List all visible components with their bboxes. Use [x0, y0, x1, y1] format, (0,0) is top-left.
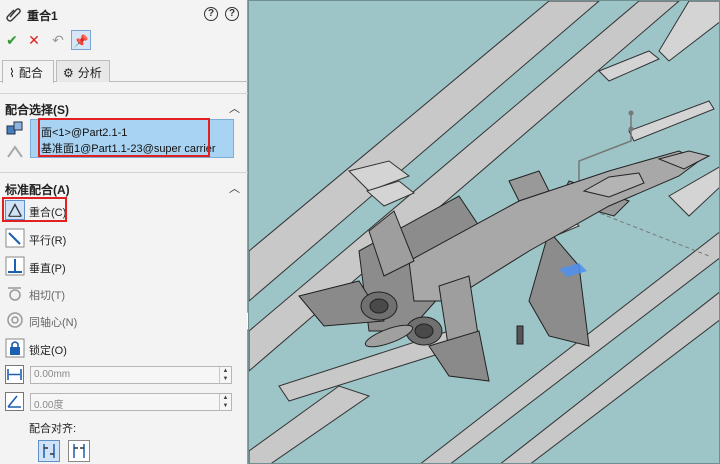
mate-tangent[interactable]: 相切(T) — [0, 282, 248, 306]
tab-analysis[interactable]: ⚙ 分析 — [56, 60, 110, 82]
section-header-mate-selections[interactable]: 配合选择(S) ︿ — [0, 99, 248, 117]
anti-aligned-button[interactable] — [68, 440, 90, 462]
divider — [0, 93, 248, 94]
leader-point — [628, 110, 634, 116]
help-icon-2[interactable]: ? — [225, 7, 239, 21]
angle-input[interactable]: 0.00度 ▲ ▼ — [30, 393, 232, 411]
paperclip-icon — [6, 8, 21, 22]
entities-to-mate-icon — [6, 121, 23, 135]
pushpin-icon[interactable]: 📌 — [71, 30, 91, 50]
panel-title: 重合1 — [27, 9, 58, 23]
mate-perpendicular[interactable]: 垂直(P) — [0, 255, 248, 279]
parallel-icon — [5, 228, 25, 248]
spin-arrows-icon[interactable]: ▲ ▼ — [219, 367, 231, 383]
selection-highlight-box — [38, 118, 210, 157]
action-bar: ✔ ✕ ↶ 📌 — [0, 28, 248, 50]
multi-mate-icon — [7, 145, 23, 158]
paperclip-icon: ⌇ — [9, 66, 15, 80]
leader-point — [628, 126, 634, 132]
chevron-up-icon[interactable]: ︿ — [229, 100, 240, 116]
mate-concentric[interactable]: 同轴心(N) — [0, 309, 248, 333]
distance-input[interactable]: 0.00mm ▲ ▼ — [30, 366, 232, 384]
angle-icon[interactable] — [5, 392, 24, 411]
panel-tabs: ⌇ 配合 ⚙ 分析 — [0, 58, 248, 83]
mate-alignment-label: 配合对齐: — [29, 423, 77, 435]
spin-arrows-icon[interactable]: ▲ ▼ — [219, 394, 231, 410]
ok-checkmark-icon[interactable]: ✔ — [2, 30, 22, 50]
help-icon[interactable]: ? — [204, 7, 218, 21]
mate-lock[interactable]: 锁定(O) — [0, 337, 248, 361]
coincident-highlight-box — [2, 197, 67, 222]
concentric-icon — [7, 312, 23, 328]
aligned-button[interactable] — [38, 440, 60, 462]
aligned-icon — [43, 444, 55, 458]
anti-aligned-icon — [73, 444, 85, 458]
divider — [0, 172, 248, 173]
section-header-standard-mates[interactable]: 标准配合(A) ︿ — [0, 179, 248, 197]
perpendicular-icon — [5, 256, 25, 276]
graphics-viewport[interactable] — [248, 0, 720, 464]
gears-icon: ⚙ — [63, 66, 74, 80]
cancel-x-icon[interactable]: ✕ — [24, 30, 44, 50]
chevron-up-icon[interactable]: ︿ — [229, 180, 240, 196]
selection-axis-line — [593, 210, 710, 257]
carrier-deck-scene — [249, 1, 719, 463]
property-manager-panel: 重合1 ? ? ✔ ✕ ↶ 📌 ⌇ 配合 ⚙ 分析 配合选择(S) ︿ 面<1>@P… — [0, 0, 248, 464]
lock-icon — [5, 338, 25, 358]
distance-icon[interactable] — [5, 365, 24, 384]
undo-icon[interactable]: ↶ — [48, 30, 68, 50]
tangent-icon — [8, 287, 21, 301]
tab-mates[interactable]: ⌇ 配合 — [2, 60, 54, 83]
panel-header: 重合1 ? ? — [0, 0, 248, 28]
mate-parallel[interactable]: 平行(R) — [0, 227, 248, 251]
